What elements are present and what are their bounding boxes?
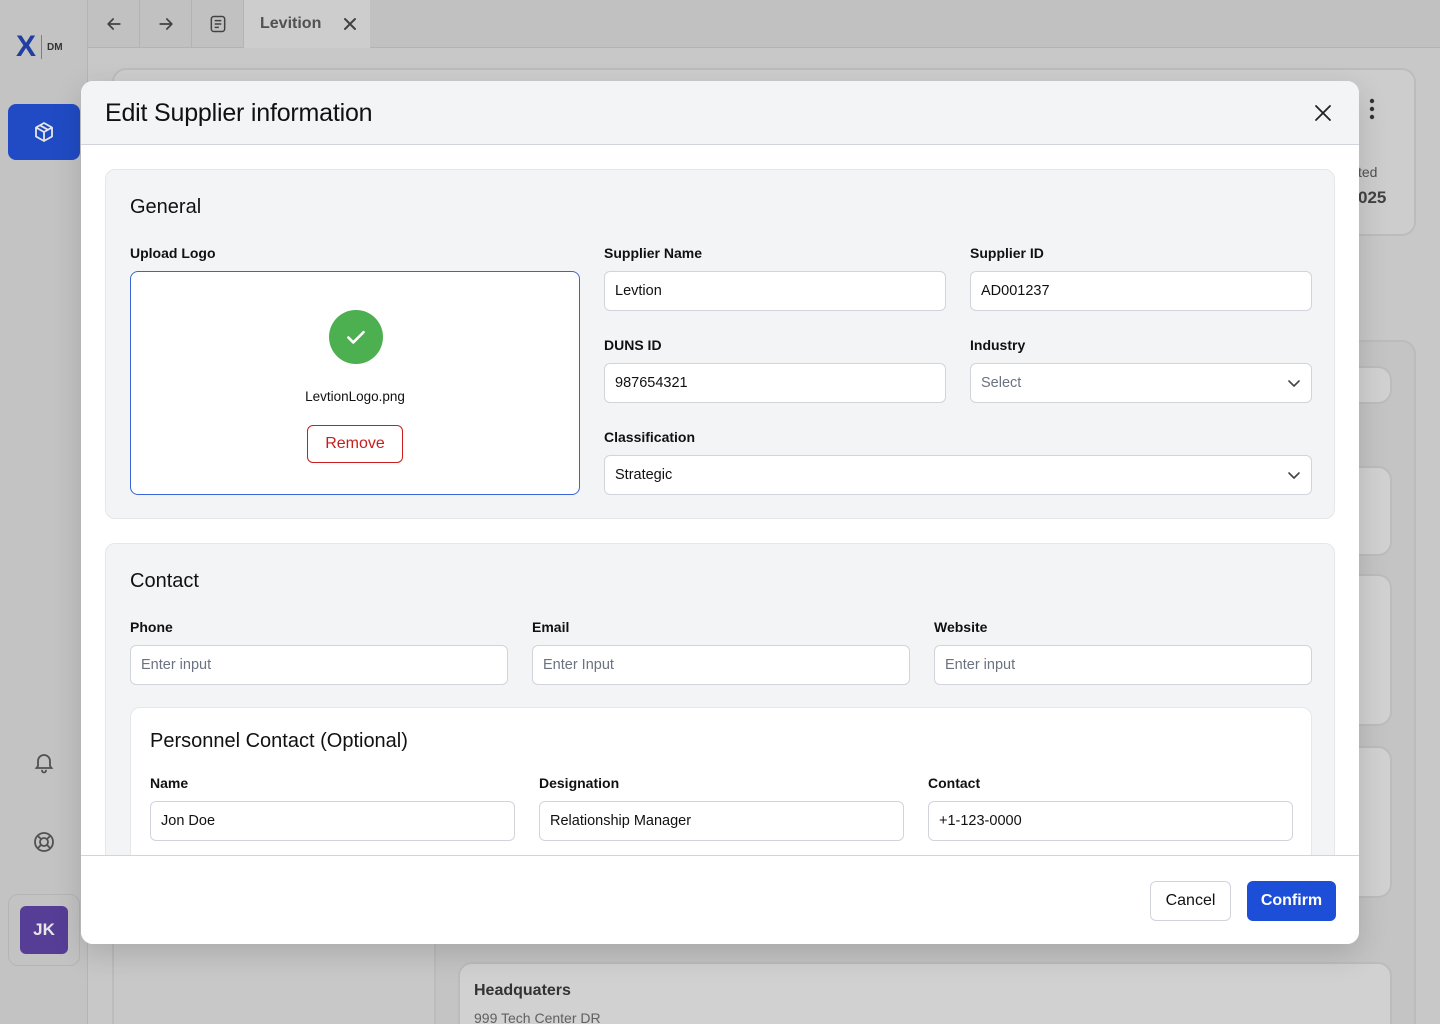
website-input[interactable]: Enter input — [934, 645, 1312, 685]
supplier-name-label: Supplier Name — [604, 245, 703, 261]
modal-header: Edit Supplier information — [81, 81, 1359, 145]
classification-select[interactable]: Strategic — [604, 455, 1312, 495]
modal-title: Edit Supplier information — [105, 99, 373, 127]
close-modal-button[interactable] — [1311, 101, 1335, 125]
personnel-name-input[interactable]: Jon Doe — [150, 801, 515, 841]
modal-body[interactable]: General Upload Logo LevtionLogo.png Remo… — [81, 145, 1359, 855]
supplier-name-input[interactable]: Levtion — [604, 271, 946, 311]
designation-value: Relationship Manager — [550, 813, 692, 829]
upload-logo-dropzone[interactable]: LevtionLogo.png Remove — [130, 271, 580, 495]
personnel-contact-label: Contact — [928, 775, 981, 791]
classification-label: Classification — [604, 429, 696, 445]
contact-title: Contact — [130, 570, 199, 592]
classification-value: Strategic — [615, 467, 673, 483]
contact-section: Contact Phone Enter input Email Enter In… — [105, 543, 1335, 855]
duns-id-value: 987654321 — [615, 375, 688, 391]
personnel-title: Personnel Contact (Optional) — [150, 730, 408, 752]
remove-logo-button[interactable]: Remove — [307, 425, 403, 463]
duns-id-label: DUNS ID — [604, 337, 662, 353]
industry-label: Industry — [970, 337, 1026, 353]
website-label: Website — [934, 619, 988, 635]
cancel-button[interactable]: Cancel — [1150, 881, 1231, 921]
uploaded-file-name: LevtionLogo.png — [305, 389, 405, 404]
phone-input[interactable]: Enter input — [130, 645, 508, 685]
upload-logo-label: Upload Logo — [130, 245, 216, 261]
general-section: General Upload Logo LevtionLogo.png Remo… — [105, 169, 1335, 519]
personnel-contact-card: Personnel Contact (Optional) Name Jon Do… — [130, 707, 1312, 855]
chevron-down-icon — [1287, 376, 1301, 390]
industry-select[interactable]: Select — [970, 363, 1312, 403]
email-input[interactable]: Enter Input — [532, 645, 910, 685]
modal-footer: Cancel Confirm — [81, 855, 1359, 944]
supplier-id-input[interactable]: AD001237 — [970, 271, 1312, 311]
close-icon — [1315, 105, 1331, 121]
website-placeholder: Enter input — [945, 657, 1016, 673]
chevron-down-icon — [1287, 468, 1301, 482]
supplier-id-value: AD001237 — [981, 283, 1050, 299]
industry-value: Select — [981, 375, 1022, 391]
duns-id-input[interactable]: 987654321 — [604, 363, 946, 403]
supplier-name-value: Levtion — [615, 283, 662, 299]
designation-input[interactable]: Relationship Manager — [539, 801, 904, 841]
phone-label: Phone — [130, 619, 173, 635]
check-icon — [329, 310, 383, 364]
supplier-id-label: Supplier ID — [970, 245, 1044, 261]
personnel-contact-value: +1-123-0000 — [939, 813, 1022, 829]
email-label: Email — [532, 619, 570, 635]
phone-placeholder: Enter input — [141, 657, 212, 673]
personnel-contact-input[interactable]: +1-123-0000 — [928, 801, 1293, 841]
personnel-name-label: Name — [150, 775, 189, 791]
designation-label: Designation — [539, 775, 620, 791]
email-placeholder: Enter Input — [543, 657, 614, 673]
personnel-name-value: Jon Doe — [161, 813, 216, 829]
general-title: General — [130, 196, 202, 218]
edit-supplier-modal: Edit Supplier information General Upload… — [81, 81, 1359, 944]
confirm-button[interactable]: Confirm — [1247, 881, 1336, 921]
